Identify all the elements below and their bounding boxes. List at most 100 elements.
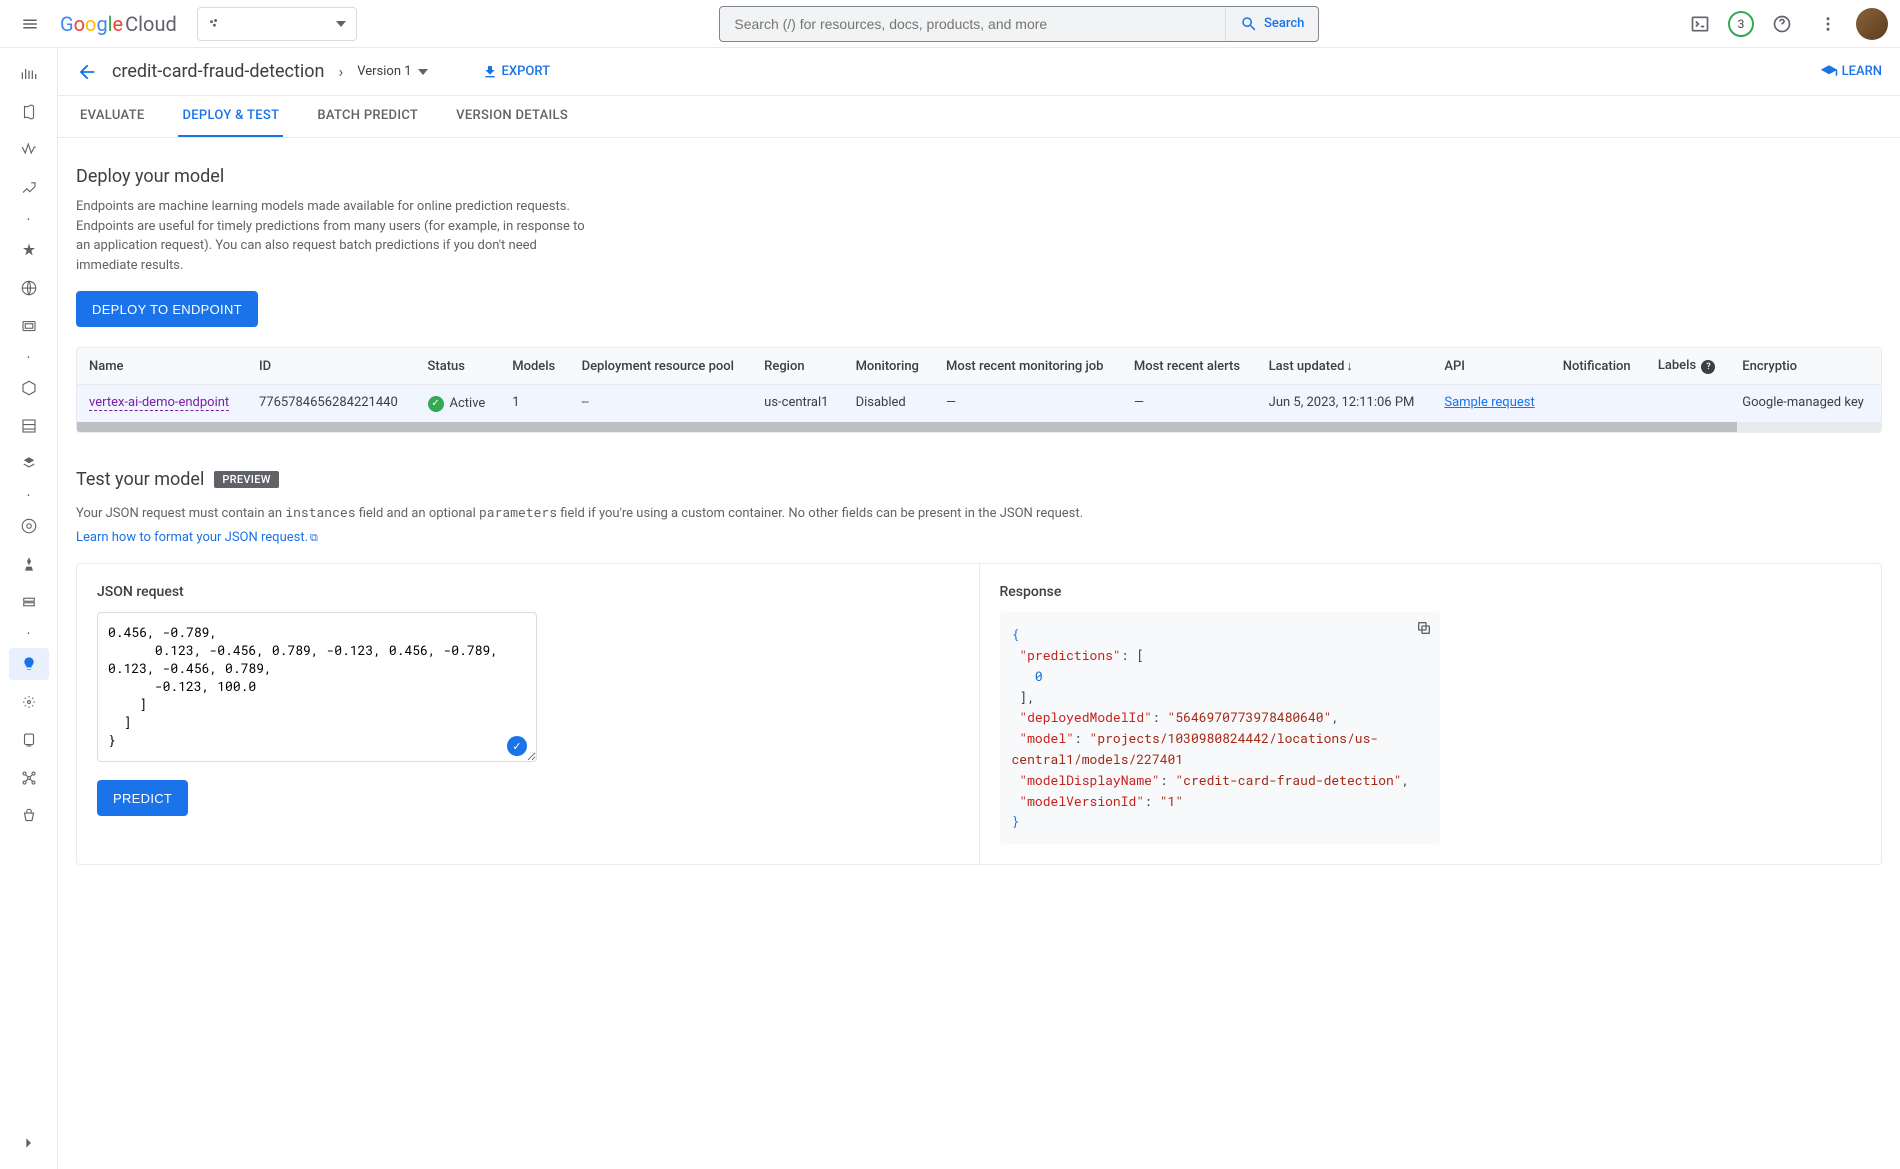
rail-item-10-icon[interactable] bbox=[9, 510, 49, 542]
json-request-textarea[interactable] bbox=[97, 612, 537, 762]
cell-status: ✓Active bbox=[416, 385, 501, 422]
request-panel-title: JSON request bbox=[97, 584, 959, 600]
col-encryption[interactable]: Encryptio bbox=[1730, 348, 1881, 385]
search-box: Search bbox=[719, 6, 1319, 42]
top-right-controls: 3 bbox=[1682, 6, 1888, 42]
col-monitoring[interactable]: Monitoring bbox=[844, 348, 934, 385]
chevron-down-icon bbox=[336, 21, 346, 27]
col-name[interactable]: Name bbox=[77, 348, 247, 385]
col-recent-alerts[interactable]: Most recent alerts bbox=[1122, 348, 1257, 385]
rail-item-active-icon[interactable] bbox=[9, 648, 49, 680]
back-arrow-button[interactable] bbox=[76, 61, 98, 83]
tab-batch-predict[interactable]: BATCH PREDICT bbox=[313, 96, 422, 137]
search-input[interactable] bbox=[720, 16, 1225, 32]
tab-deploy-test[interactable]: DEPLOY & TEST bbox=[178, 96, 283, 137]
table-row[interactable]: vertex-ai-demo-endpoint 7765784656284221… bbox=[77, 385, 1881, 422]
rail-item-9-icon[interactable] bbox=[9, 448, 49, 480]
copy-response-button[interactable] bbox=[1416, 620, 1432, 636]
export-icon bbox=[482, 64, 498, 80]
tab-evaluate[interactable]: EVALUATE bbox=[76, 96, 148, 137]
col-region[interactable]: Region bbox=[752, 348, 843, 385]
response-output: { "predictions": [ 0 ], "deployedModelId… bbox=[1000, 612, 1440, 844]
cell-monitoring: Disabled bbox=[844, 385, 934, 422]
version-selector[interactable]: Version 1 bbox=[357, 64, 427, 79]
test-panels: JSON request ✓ PREDICT Response bbox=[76, 563, 1882, 865]
copy-icon bbox=[1416, 620, 1432, 636]
rail-item-15-icon[interactable] bbox=[9, 762, 49, 794]
rail-expand-icon[interactable] bbox=[9, 1127, 49, 1159]
test-description: Your JSON request must contain an instan… bbox=[76, 502, 1882, 525]
tab-version-details[interactable]: VERSION DETAILS bbox=[452, 96, 572, 137]
cell-recent-alerts: — bbox=[1122, 385, 1257, 422]
rail-item-16-icon[interactable] bbox=[9, 800, 49, 832]
help-icon[interactable]: ? bbox=[1701, 360, 1715, 374]
main-content: credit-card-fraud-detection › Version 1 … bbox=[58, 48, 1900, 1169]
learn-json-format-link[interactable]: Learn how to format your JSON request.⧉ bbox=[76, 530, 318, 545]
rail-sep-4: • bbox=[9, 624, 49, 642]
col-status[interactable]: Status bbox=[416, 348, 501, 385]
more-options-button[interactable] bbox=[1810, 6, 1846, 42]
content-area: Deploy your model Endpoints are machine … bbox=[58, 138, 1900, 905]
learn-button[interactable]: LEARN bbox=[1820, 63, 1882, 81]
deploy-description: Endpoints are machine learning models ma… bbox=[76, 197, 596, 275]
rail-item-6-icon[interactable] bbox=[9, 310, 49, 342]
col-notification[interactable]: Notification bbox=[1551, 348, 1646, 385]
project-icon bbox=[208, 17, 222, 31]
breadcrumb-separator-icon: › bbox=[338, 62, 343, 81]
tabs: EVALUATE DEPLOY & TEST BATCH PREDICT VER… bbox=[58, 96, 1900, 138]
rail-sep-2: • bbox=[9, 348, 49, 366]
cell-notification bbox=[1551, 385, 1646, 422]
cell-region: us-central1 bbox=[752, 385, 843, 422]
rail-item-14-icon[interactable] bbox=[9, 724, 49, 756]
cell-labels bbox=[1646, 385, 1730, 422]
version-label: Version 1 bbox=[357, 64, 411, 79]
learn-label: LEARN bbox=[1842, 64, 1882, 79]
search-button[interactable]: Search bbox=[1225, 7, 1318, 41]
rail-item-1-icon[interactable] bbox=[9, 96, 49, 128]
rail-sep-1: • bbox=[9, 210, 49, 228]
user-avatar[interactable] bbox=[1856, 8, 1888, 40]
deploy-title: Deploy your model bbox=[76, 166, 1882, 187]
project-selector[interactable] bbox=[197, 7, 357, 41]
col-id[interactable]: ID bbox=[247, 348, 416, 385]
google-cloud-logo[interactable]: GoogleCloud bbox=[60, 12, 177, 36]
col-labels[interactable]: Labels ? bbox=[1646, 348, 1730, 385]
col-last-updated[interactable]: Last updated↓ bbox=[1257, 348, 1433, 385]
rail-item-7-icon[interactable] bbox=[9, 372, 49, 404]
rail-item-12-icon[interactable] bbox=[9, 586, 49, 618]
export-button[interactable]: EXPORT bbox=[482, 64, 550, 80]
preview-badge: PREVIEW bbox=[214, 471, 278, 488]
rail-dashboard-icon[interactable] bbox=[9, 58, 49, 90]
rail-item-8-icon[interactable] bbox=[9, 410, 49, 442]
sort-arrow-down-icon: ↓ bbox=[1346, 359, 1353, 374]
top-header: GoogleCloud Search 3 bbox=[0, 0, 1900, 48]
deploy-to-endpoint-button[interactable]: DEPLOY TO ENDPOINT bbox=[76, 291, 258, 327]
left-navigation-rail: • • • • bbox=[0, 48, 58, 1169]
notifications-badge[interactable]: 3 bbox=[1728, 11, 1754, 37]
search-icon bbox=[1240, 15, 1258, 33]
rail-item-2-icon[interactable] bbox=[9, 134, 49, 166]
learn-icon bbox=[1820, 63, 1838, 81]
cloud-shell-button[interactable] bbox=[1682, 6, 1718, 42]
rail-item-11-icon[interactable] bbox=[9, 548, 49, 580]
chevron-down-icon bbox=[418, 69, 428, 75]
col-models[interactable]: Models bbox=[500, 348, 569, 385]
col-api[interactable]: API bbox=[1432, 348, 1550, 385]
hamburger-menu-button[interactable] bbox=[12, 6, 48, 42]
sample-request-link[interactable]: Sample request bbox=[1444, 395, 1534, 410]
endpoint-name-link[interactable]: vertex-ai-demo-endpoint bbox=[89, 395, 229, 411]
rail-item-5-icon[interactable] bbox=[9, 272, 49, 304]
col-recent-job[interactable]: Most recent monitoring job bbox=[934, 348, 1122, 385]
status-active-icon: ✓ bbox=[428, 396, 444, 412]
rail-item-13-icon[interactable] bbox=[9, 686, 49, 718]
table-header-row: Name ID Status Models Deployment resourc… bbox=[77, 348, 1881, 385]
search-wrap: Search bbox=[369, 6, 1670, 42]
col-pool[interactable]: Deployment resource pool bbox=[570, 348, 753, 385]
rail-item-3-icon[interactable] bbox=[9, 172, 49, 204]
predict-button[interactable]: PREDICT bbox=[97, 780, 188, 816]
horizontal-scrollbar[interactable] bbox=[77, 422, 1881, 432]
help-button[interactable] bbox=[1764, 6, 1800, 42]
cell-last-updated: Jun 5, 2023, 12:11:06 PM bbox=[1257, 385, 1433, 422]
test-section: Test your model PREVIEW Your JSON reques… bbox=[76, 469, 1882, 866]
rail-item-4-icon[interactable] bbox=[9, 234, 49, 266]
